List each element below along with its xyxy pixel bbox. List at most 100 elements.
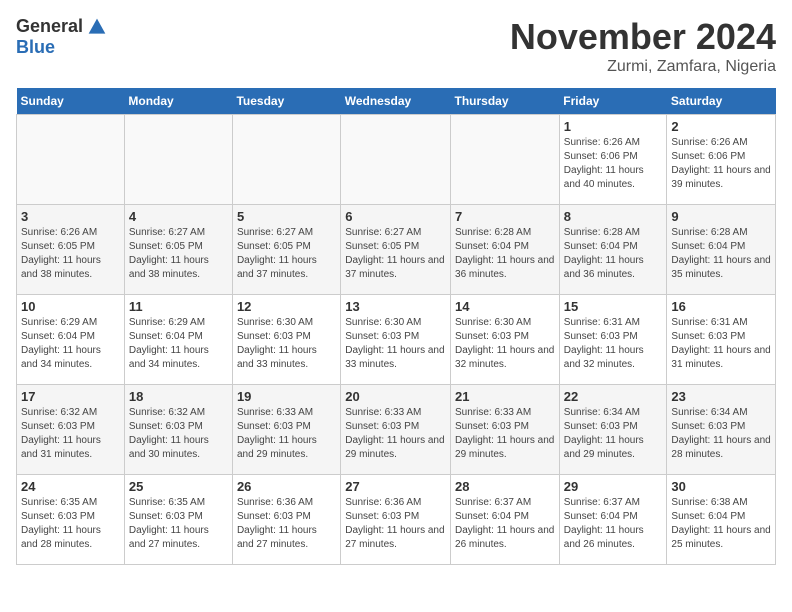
calendar-day-cell: 27 Sunrise: 6:36 AM Sunset: 6:03 PM Dayli… (341, 475, 451, 565)
day-number: 9 (671, 209, 771, 224)
day-info: Sunrise: 6:37 AM Sunset: 6:04 PM Dayligh… (455, 496, 555, 552)
day-number: 24 (21, 479, 120, 494)
logo: General Blue (16, 16, 107, 58)
calendar-day-cell (17, 115, 125, 205)
day-number: 29 (564, 479, 663, 494)
day-number: 17 (21, 389, 120, 404)
day-number: 8 (564, 209, 663, 224)
calendar-day-cell: 30 Sunrise: 6:38 AM Sunset: 6:04 PM Dayli… (667, 475, 776, 565)
day-info: Sunrise: 6:38 AM Sunset: 6:04 PM Dayligh… (671, 496, 771, 552)
title-section: November 2024 Zurmi, Zamfara, Nigeria (510, 16, 776, 76)
day-of-week-header: Thursday (451, 88, 560, 115)
day-info: Sunrise: 6:26 AM Sunset: 6:05 PM Dayligh… (21, 226, 120, 282)
day-info: Sunrise: 6:37 AM Sunset: 6:04 PM Dayligh… (564, 496, 663, 552)
day-number: 22 (564, 389, 663, 404)
day-info: Sunrise: 6:32 AM Sunset: 6:03 PM Dayligh… (129, 406, 228, 462)
day-number: 7 (455, 209, 555, 224)
day-number: 25 (129, 479, 228, 494)
day-info: Sunrise: 6:27 AM Sunset: 6:05 PM Dayligh… (237, 226, 336, 282)
day-number: 21 (455, 389, 555, 404)
calendar-day-cell: 8 Sunrise: 6:28 AM Sunset: 6:04 PM Daylig… (559, 205, 667, 295)
day-info: Sunrise: 6:34 AM Sunset: 6:03 PM Dayligh… (564, 406, 663, 462)
calendar-day-cell (341, 115, 451, 205)
day-info: Sunrise: 6:28 AM Sunset: 6:04 PM Dayligh… (671, 226, 771, 282)
day-number: 28 (455, 479, 555, 494)
day-info: Sunrise: 6:31 AM Sunset: 6:03 PM Dayligh… (564, 316, 663, 372)
calendar-day-cell: 13 Sunrise: 6:30 AM Sunset: 6:03 PM Dayli… (341, 295, 451, 385)
day-number: 12 (237, 299, 336, 314)
calendar-day-cell: 23 Sunrise: 6:34 AM Sunset: 6:03 PM Dayli… (667, 385, 776, 475)
calendar-day-cell: 9 Sunrise: 6:28 AM Sunset: 6:04 PM Daylig… (667, 205, 776, 295)
calendar-day-cell: 16Sunrise: 6:31 AM Sunset: 6:03 PM Dayli… (667, 295, 776, 385)
day-number: 30 (671, 479, 771, 494)
calendar-day-cell: 17 Sunrise: 6:32 AM Sunset: 6:03 PM Dayli… (17, 385, 125, 475)
day-number: 27 (345, 479, 446, 494)
calendar-day-cell: 6Sunrise: 6:27 AM Sunset: 6:05 PM Daylig… (341, 205, 451, 295)
day-info: Sunrise: 6:34 AM Sunset: 6:03 PM Dayligh… (671, 406, 771, 462)
day-info: Sunrise: 6:26 AM Sunset: 6:06 PM Dayligh… (564, 136, 663, 192)
logo-general-text: General (16, 16, 83, 37)
day-info: Sunrise: 6:26 AM Sunset: 6:06 PM Dayligh… (671, 136, 771, 192)
calendar-day-cell: 28 Sunrise: 6:37 AM Sunset: 6:04 PM Dayli… (451, 475, 560, 565)
day-number: 4 (129, 209, 228, 224)
day-number: 2 (671, 119, 771, 134)
day-number: 19 (237, 389, 336, 404)
day-number: 5 (237, 209, 336, 224)
calendar-day-cell: 1 Sunrise: 6:26 AM Sunset: 6:06 PM Daylig… (559, 115, 667, 205)
calendar-day-cell: 24 Sunrise: 6:35 AM Sunset: 6:03 PM Dayli… (17, 475, 125, 565)
day-number: 11 (129, 299, 228, 314)
calendar-day-cell: 25 Sunrise: 6:35 AM Sunset: 6:03 PM Dayli… (124, 475, 232, 565)
day-number: 10 (21, 299, 120, 314)
day-info: Sunrise: 6:35 AM Sunset: 6:03 PM Dayligh… (21, 496, 120, 552)
calendar-day-cell: 12 Sunrise: 6:30 AM Sunset: 6:03 PM Dayli… (232, 295, 340, 385)
day-info: Sunrise: 6:30 AM Sunset: 6:03 PM Dayligh… (237, 316, 336, 372)
day-info: Sunrise: 6:33 AM Sunset: 6:03 PM Dayligh… (345, 406, 446, 462)
calendar-day-cell: 26 Sunrise: 6:36 AM Sunset: 6:03 PM Dayli… (232, 475, 340, 565)
day-info: Sunrise: 6:33 AM Sunset: 6:03 PM Dayligh… (237, 406, 336, 462)
day-info: Sunrise: 6:35 AM Sunset: 6:03 PM Dayligh… (129, 496, 228, 552)
calendar-day-cell: 5 Sunrise: 6:27 AM Sunset: 6:05 PM Daylig… (232, 205, 340, 295)
calendar-day-cell (124, 115, 232, 205)
day-info: Sunrise: 6:29 AM Sunset: 6:04 PM Dayligh… (129, 316, 228, 372)
day-of-week-header: Saturday (667, 88, 776, 115)
calendar-week-row: 10 Sunrise: 6:29 AM Sunset: 6:04 PM Dayli… (17, 295, 776, 385)
day-number: 23 (671, 389, 771, 404)
day-number: 3 (21, 209, 120, 224)
day-info: Sunrise: 6:28 AM Sunset: 6:04 PM Dayligh… (564, 226, 663, 282)
day-info: Sunrise: 6:36 AM Sunset: 6:03 PM Dayligh… (345, 496, 446, 552)
day-number: 16 (671, 299, 771, 314)
day-info: Sunrise: 6:27 AM Sunset: 6:05 PM Dayligh… (345, 226, 446, 282)
location-subtitle: Zurmi, Zamfara, Nigeria (510, 58, 776, 76)
day-info: Sunrise: 6:30 AM Sunset: 6:03 PM Dayligh… (345, 316, 446, 372)
page-header: General Blue November 2024 Zurmi, Zamfar… (16, 16, 776, 76)
logo-blue-text: Blue (16, 37, 55, 58)
calendar-day-cell: 7Sunrise: 6:28 AM Sunset: 6:04 PM Daylig… (451, 205, 560, 295)
calendar-day-cell: 19 Sunrise: 6:33 AM Sunset: 6:03 PM Dayli… (232, 385, 340, 475)
day-info: Sunrise: 6:32 AM Sunset: 6:03 PM Dayligh… (21, 406, 120, 462)
day-of-week-header: Friday (559, 88, 667, 115)
calendar-day-cell: 21 Sunrise: 6:33 AM Sunset: 6:03 PM Dayli… (451, 385, 560, 475)
day-info: Sunrise: 6:33 AM Sunset: 6:03 PM Dayligh… (455, 406, 555, 462)
calendar-day-cell: 10Sunrise: 6:29 AM Sunset: 6:04 PM Dayli… (17, 295, 125, 385)
day-info: Sunrise: 6:36 AM Sunset: 6:03 PM Dayligh… (237, 496, 336, 552)
calendar-week-row: 17 Sunrise: 6:32 AM Sunset: 6:03 PM Dayli… (17, 385, 776, 475)
day-of-week-header: Wednesday (341, 88, 451, 115)
calendar-week-row: 24 Sunrise: 6:35 AM Sunset: 6:03 PM Dayli… (17, 475, 776, 565)
day-info: Sunrise: 6:27 AM Sunset: 6:05 PM Dayligh… (129, 226, 228, 282)
day-number: 13 (345, 299, 446, 314)
calendar-day-cell: 11 Sunrise: 6:29 AM Sunset: 6:04 PM Dayli… (124, 295, 232, 385)
calendar-day-cell: 18Sunrise: 6:32 AM Sunset: 6:03 PM Dayli… (124, 385, 232, 475)
month-title: November 2024 (510, 16, 776, 58)
calendar-day-cell: 29 Sunrise: 6:37 AM Sunset: 6:04 PM Dayli… (559, 475, 667, 565)
day-number: 1 (564, 119, 663, 134)
calendar-day-cell: 20Sunrise: 6:33 AM Sunset: 6:03 PM Dayli… (341, 385, 451, 475)
calendar-table: SundayMondayTuesdayWednesdayThursdayFrid… (16, 88, 776, 565)
day-of-week-header: Sunday (17, 88, 125, 115)
calendar-day-cell: 15Sunrise: 6:31 AM Sunset: 6:03 PM Dayli… (559, 295, 667, 385)
calendar-day-cell: 4 Sunrise: 6:27 AM Sunset: 6:05 PM Daylig… (124, 205, 232, 295)
calendar-day-cell: 14Sunrise: 6:30 AM Sunset: 6:03 PM Dayli… (451, 295, 560, 385)
day-number: 26 (237, 479, 336, 494)
day-of-week-header: Tuesday (232, 88, 340, 115)
day-number: 14 (455, 299, 555, 314)
calendar-week-row: 3 Sunrise: 6:26 AM Sunset: 6:05 PM Daylig… (17, 205, 776, 295)
